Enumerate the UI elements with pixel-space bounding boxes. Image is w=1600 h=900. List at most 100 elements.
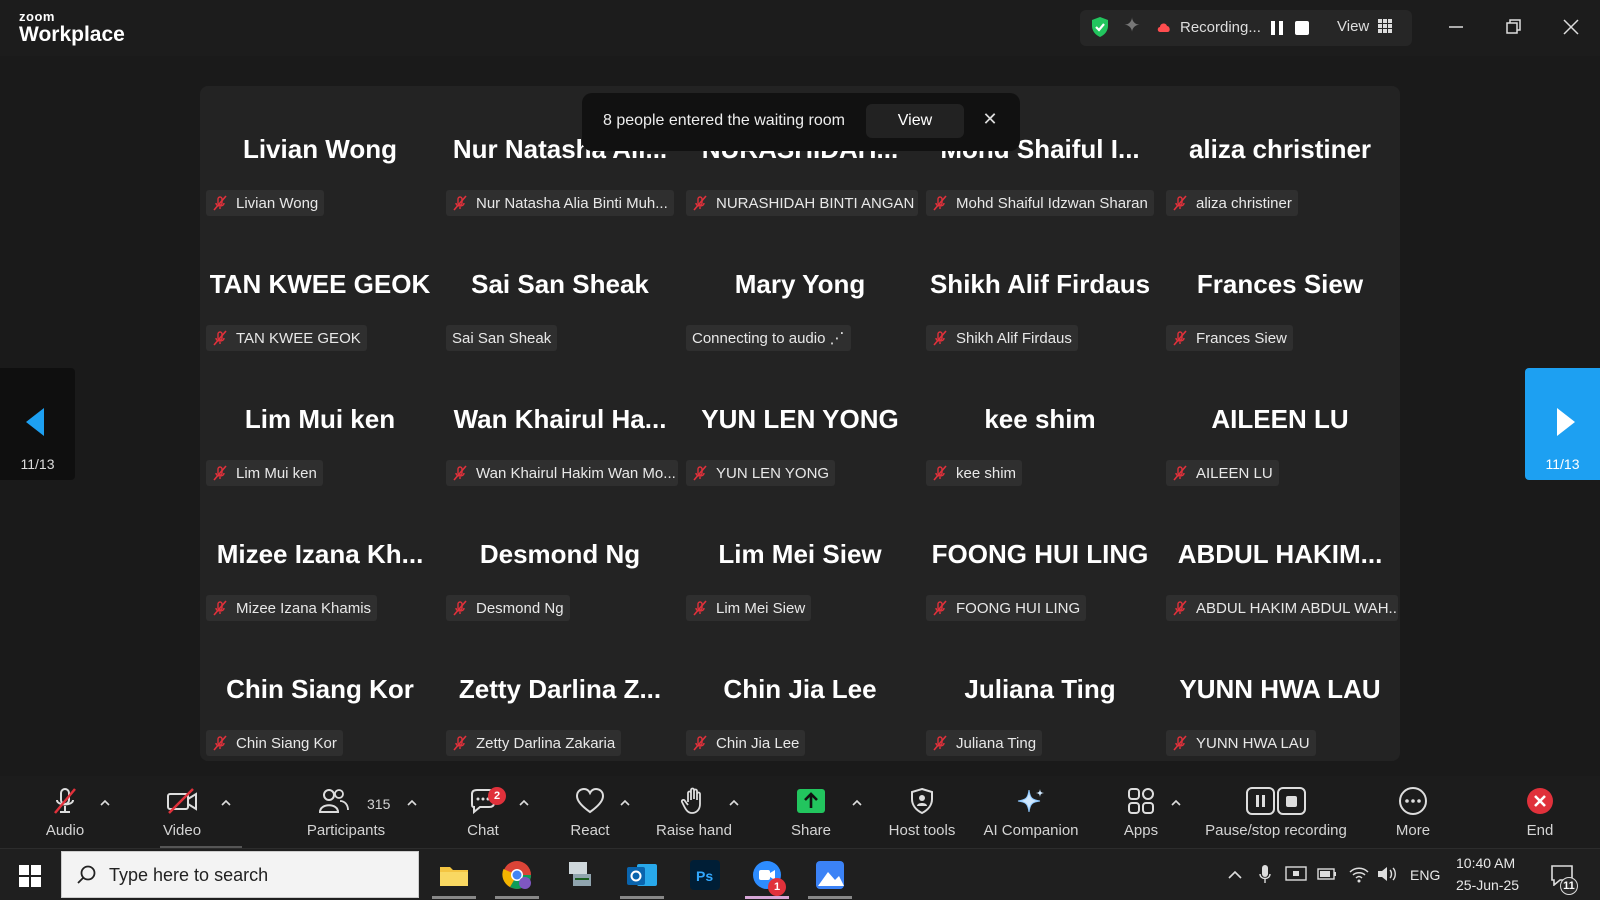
participant-name-label: Chin Jia Lee xyxy=(686,730,806,756)
chrome-icon[interactable] xyxy=(500,858,534,892)
ai-sparkle-icon[interactable]: ✦ xyxy=(1121,15,1143,37)
participant-display-name: ABDUL HAKIM... xyxy=(1177,539,1383,569)
participant-tile[interactable]: Shikh Alif Firdaus Shikh Alif Firdaus xyxy=(922,221,1158,353)
minimize-icon[interactable] xyxy=(1443,14,1469,40)
more-button[interactable]: More xyxy=(1390,786,1436,848)
muted-mic-icon xyxy=(693,735,707,751)
react-button[interactable]: React xyxy=(566,786,614,848)
waiting-room-view-button[interactable]: View xyxy=(866,104,964,138)
apps-button[interactable]: Apps xyxy=(1120,786,1162,848)
participants-options-chevron-icon[interactable] xyxy=(406,798,418,808)
participant-name-label: ABDUL HAKIM ABDUL WAH... xyxy=(1166,595,1398,621)
zoom-logo: zoom Workplace xyxy=(19,10,125,45)
participant-display-name: Lim Mui ken xyxy=(244,404,396,434)
pause-stop-recording-icon xyxy=(1246,787,1306,815)
muted-mic-icon xyxy=(1173,330,1187,346)
raise-hand-button[interactable]: Raise hand xyxy=(652,786,736,848)
stop-recording-icon[interactable] xyxy=(1292,18,1312,38)
raise-hand-options-chevron-icon[interactable] xyxy=(728,798,740,808)
pause-stop-recording-button[interactable]: Pause/stop recording xyxy=(1200,786,1352,848)
host-tools-button[interactable]: Host tools xyxy=(880,786,964,848)
outlook-icon[interactable] xyxy=(625,858,659,892)
audio-button[interactable]: Audio xyxy=(36,786,94,848)
participant-name-label: YUN LEN YONG xyxy=(686,460,836,486)
wifi-icon[interactable] xyxy=(1348,864,1370,884)
taskbar-clock-time[interactable]: 10:40 AM xyxy=(1456,855,1515,871)
participant-tile[interactable]: AILEEN LU AILEEN LU xyxy=(1162,356,1398,488)
show-hidden-icons-chevron-icon[interactable] xyxy=(1227,868,1243,882)
muted-mic-icon xyxy=(693,600,707,616)
participants-label: Participants xyxy=(306,822,386,839)
battery-icon[interactable] xyxy=(1316,866,1338,882)
participant-tile[interactable]: aliza christiner aliza christiner xyxy=(1162,86,1398,218)
participant-tile[interactable]: FOONG HUI LING FOONG HUI LING xyxy=(922,491,1158,623)
participant-name-label: Connecting to audio ⋰ xyxy=(686,325,851,351)
close-notification-icon[interactable]: ✕ xyxy=(979,108,1001,130)
end-label: End xyxy=(1526,822,1554,839)
input-language-indicator[interactable]: ENG xyxy=(1410,867,1440,883)
muted-mic-icon xyxy=(213,735,227,751)
photoshop-icon[interactable]: Ps xyxy=(688,858,722,892)
participant-label-text: NURASHIDAH BINTI ANGAN xyxy=(716,194,915,212)
participant-tile[interactable]: Mizee Izana Kh... Mizee Izana Khamis xyxy=(202,491,438,623)
participant-tile[interactable]: Wan Khairul Ha... Wan Khairul Hakim Wan M… xyxy=(442,356,678,488)
muted-mic-icon xyxy=(933,600,947,616)
video-label: Video xyxy=(162,822,202,839)
display-tray-icon[interactable] xyxy=(1285,866,1307,884)
microphone-tray-icon[interactable] xyxy=(1258,864,1272,884)
previous-page-button[interactable]: 11/13 xyxy=(0,368,75,480)
muted-mic-icon xyxy=(693,195,707,211)
participant-tile[interactable]: TAN KWEE GEOK TAN KWEE GEOK xyxy=(202,221,438,353)
pause-recording-icon[interactable] xyxy=(1267,18,1287,38)
participant-tile[interactable]: Frances Siew Frances Siew xyxy=(1162,221,1398,353)
encryption-shield-icon[interactable] xyxy=(1088,15,1112,39)
end-meeting-button[interactable]: End xyxy=(1520,786,1560,848)
participant-tile[interactable]: Sai San Sheak Sai San Sheak xyxy=(442,221,678,353)
taskbar-search-box[interactable]: Type here to search xyxy=(61,851,419,898)
audio-options-chevron-icon[interactable] xyxy=(99,798,111,808)
chat-options-chevron-icon[interactable] xyxy=(518,798,530,808)
close-window-icon[interactable] xyxy=(1558,14,1584,40)
restore-icon[interactable] xyxy=(1500,14,1526,40)
grid-view-icon[interactable] xyxy=(1378,19,1392,33)
participant-name-label: FOONG HUI LING xyxy=(926,595,1087,621)
ai-companion-button[interactable]: AI Companion xyxy=(980,786,1082,848)
apps-options-chevron-icon[interactable] xyxy=(1170,798,1182,808)
participant-tile[interactable]: Lim Mui ken Lim Mui ken xyxy=(202,356,438,488)
video-options-chevron-icon[interactable] xyxy=(220,798,232,808)
react-options-chevron-icon[interactable] xyxy=(619,798,631,808)
participant-tile[interactable]: kee shim kee shim xyxy=(922,356,1158,488)
volume-icon[interactable] xyxy=(1376,864,1398,884)
windows-start-icon[interactable] xyxy=(19,865,41,887)
photos-app-icon[interactable] xyxy=(813,858,847,892)
share-button[interactable]: Share xyxy=(788,786,834,848)
participant-tile[interactable]: Chin Jia Lee Chin Jia Lee xyxy=(682,626,918,758)
participant-tile[interactable]: Mary Yong Connecting to audio ⋰ xyxy=(682,221,918,353)
share-screen-icon xyxy=(797,789,825,813)
participant-display-name: Lim Mei Siew xyxy=(718,539,882,569)
next-page-button[interactable]: 11/13 xyxy=(1525,368,1600,480)
participant-tile[interactable]: Zetty Darlina Z... Zetty Darlina Zakaria xyxy=(442,626,678,758)
participant-name-label: aliza christiner xyxy=(1166,190,1298,216)
taskbar-clock-date[interactable]: 25-Jun-25 xyxy=(1456,877,1519,893)
network-drive-icon[interactable] xyxy=(563,858,597,892)
file-explorer-running-indicator xyxy=(432,896,476,899)
participant-label-text: Livian Wong xyxy=(236,194,319,212)
participant-tile[interactable]: Desmond Ng Desmond Ng xyxy=(442,491,678,623)
chrome-running-indicator xyxy=(495,896,539,899)
participant-name-label: Livian Wong xyxy=(206,190,325,216)
waiting-room-message: 8 people entered the waiting room xyxy=(603,112,845,129)
participant-tile[interactable]: Livian Wong Livian Wong xyxy=(202,86,438,218)
participant-tile[interactable]: Lim Mei Siew Lim Mei Siew xyxy=(682,491,918,623)
participant-tile[interactable]: YUN LEN YONG YUN LEN YONG xyxy=(682,356,918,488)
participant-tile[interactable]: ABDUL HAKIM... ABDUL HAKIM ABDUL WAH... xyxy=(1162,491,1398,623)
participant-tile[interactable]: Juliana Ting Juliana Ting xyxy=(922,626,1158,758)
view-menu-button[interactable]: View xyxy=(1337,18,1369,35)
file-explorer-icon[interactable] xyxy=(437,858,471,892)
participant-tile[interactable]: YUNN HWA LAU YUNN HWA LAU xyxy=(1162,626,1398,758)
video-button[interactable]: Video xyxy=(150,786,214,848)
participant-tile[interactable]: Chin Siang Kor Chin Siang Kor xyxy=(202,626,438,758)
participant-label-text: Zetty Darlina Zakaria xyxy=(476,734,616,752)
share-options-chevron-icon[interactable] xyxy=(851,798,863,808)
muted-mic-icon xyxy=(453,465,467,481)
